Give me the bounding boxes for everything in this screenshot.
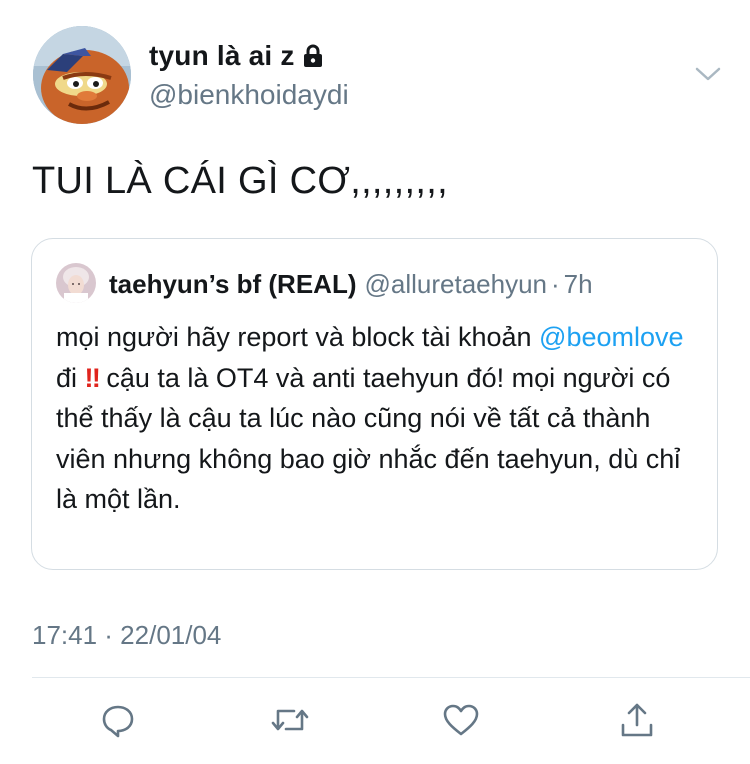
tweet-timestamp[interactable]: 17:41 · 22/01/04 [32,620,221,651]
tweet-menu-chevron-down-icon[interactable] [695,64,721,84]
avatar[interactable] [33,26,131,124]
double-exclamation-emoji: ‼ [84,362,101,393]
share-icon [621,703,653,737]
retweet-button[interactable] [270,700,310,740]
tweet-text: TUI LÀ CÁI GÌ CƠ,,,,,,,,, [32,160,448,202]
cartoon-avatar-icon [33,26,131,124]
share-button[interactable] [617,700,657,740]
quoted-time: 7h [563,269,593,299]
mention-link[interactable]: @beomlove [539,322,683,352]
author-display-name-text: tyun là ai z [149,40,295,71]
author-handle[interactable]: @bienkhoidaydi [149,79,349,111]
quoted-avatar [56,263,96,303]
quoted-body-text-2: đi [56,362,85,393]
like-icon [443,704,479,736]
lock-icon [303,43,323,75]
reply-icon [102,705,134,738]
reply-button[interactable] [98,700,138,740]
quoted-body-text-1: mọi người hãy report và block tài khoản [56,322,540,352]
retweet-icon [271,709,309,731]
quoted-tweet-card[interactable]: taehyun’s bf (REAL) @alluretaehyun · 7h mọi… [31,238,718,570]
divider [32,677,750,678]
quoted-body-text-3: cậu ta là OT4 và anti taehyun đó! mọi ng… [56,362,681,515]
quoted-display-name: taehyun’s bf (REAL) [109,269,357,299]
like-button[interactable] [441,700,481,740]
quoted-handle: @alluretaehyun [364,269,547,299]
quoted-header: taehyun’s bf (REAL) @alluretaehyun · 7h [109,269,593,300]
author-display-name[interactable]: tyun là ai z [149,40,323,75]
quoted-separator: · [551,269,560,299]
quoted-body: mọi người hãy report và block tài khoản … [56,317,706,520]
